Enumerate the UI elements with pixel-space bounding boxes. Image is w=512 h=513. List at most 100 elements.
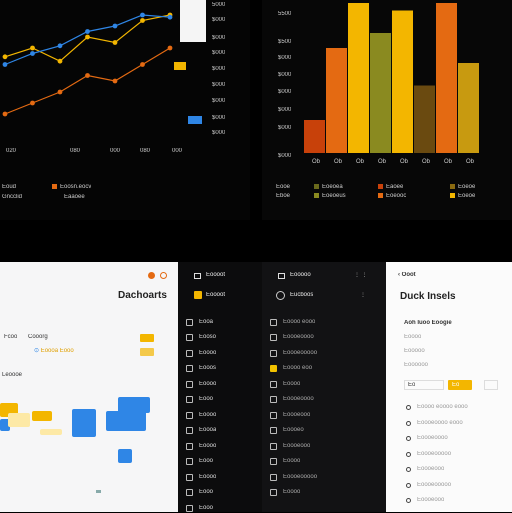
series-line xyxy=(4,47,171,115)
bar[interactable] xyxy=(414,85,435,154)
sidebar-item[interactable]: Eooso xyxy=(186,333,216,343)
timeline-block[interactable] xyxy=(8,413,30,427)
sidebar-item-label: Eoooeooooo xyxy=(283,473,318,480)
data-point[interactable] xyxy=(30,100,35,106)
legend-item: Eoeoea xyxy=(314,184,343,191)
sidebar-item-label: Eoooo xyxy=(199,411,217,418)
radio-icon[interactable] xyxy=(406,498,411,503)
menu-icon[interactable] xyxy=(194,273,201,279)
sidebar-item-label: Eooo xyxy=(199,396,214,402)
data-point[interactable] xyxy=(85,34,90,40)
notification-icon[interactable] xyxy=(148,272,155,279)
sidebar-item[interactable]: Eoooo xyxy=(270,488,300,498)
sidebar-item[interactable]: Eoooeo xyxy=(270,426,304,436)
radio-icon[interactable] xyxy=(406,405,411,410)
list-item[interactable]: Eoooeoooo xyxy=(406,434,448,443)
timeline-block[interactable] xyxy=(40,429,62,435)
sidebar-item[interactable]: Eooo xyxy=(186,457,213,467)
timeline-block[interactable] xyxy=(72,409,96,437)
data-point[interactable] xyxy=(167,45,173,51)
data-point[interactable] xyxy=(140,18,145,23)
sidebar-item[interactable]: Eoooo xyxy=(270,379,300,389)
bar[interactable] xyxy=(348,3,369,153)
sidebar-item[interactable]: Eoooo xyxy=(270,457,300,467)
sidebar-item[interactable]: Eoooo xyxy=(186,410,216,420)
data-point[interactable] xyxy=(112,40,118,45)
line-chart-panel: 5000 $000 $000 $000 $000 $000 $000 $000 … xyxy=(0,0,250,220)
sidebar-item[interactable]: Eoooo xyxy=(186,348,216,358)
data-point[interactable] xyxy=(57,89,63,95)
radio-icon[interactable] xyxy=(406,482,411,488)
radio-icon[interactable] xyxy=(406,467,411,472)
info-line: Eoooooo xyxy=(404,362,429,368)
sidebar-item[interactable]: Eoooeooo xyxy=(270,410,310,420)
bar[interactable] xyxy=(392,10,413,154)
sidebar-item[interactable]: Eoooa xyxy=(186,426,216,436)
menu-icon[interactable] xyxy=(278,273,285,279)
data-point[interactable] xyxy=(140,62,145,67)
list-item[interactable]: Eoooeoooo eooo xyxy=(406,419,463,428)
legend-swatch xyxy=(378,184,383,189)
list-item[interactable]: Eoooeooo xyxy=(406,496,444,505)
list-item[interactable]: Eoooeooooo xyxy=(406,481,451,490)
item-icon xyxy=(270,380,277,388)
sidebar-item[interactable]: Eooos xyxy=(186,364,216,374)
data-point[interactable] xyxy=(85,73,90,78)
bar[interactable] xyxy=(370,33,391,153)
data-point[interactable] xyxy=(57,43,63,49)
sidebar-item[interactable]: Eoooeooo xyxy=(270,441,310,451)
data-point[interactable] xyxy=(2,111,8,117)
sidebar-item[interactable]: Eoooeoooo xyxy=(270,395,314,405)
data-point[interactable] xyxy=(112,78,118,84)
data-point[interactable] xyxy=(30,45,35,51)
data-point[interactable] xyxy=(85,29,90,34)
sidebar-item[interactable]: Eoooeooooo xyxy=(270,348,317,358)
scroll-indicator[interactable] xyxy=(96,490,101,493)
timeline-block[interactable] xyxy=(118,449,132,463)
sidebar-item-label: Eooo xyxy=(199,458,214,464)
toggle-button[interactable] xyxy=(140,334,154,342)
list-item[interactable]: Eoooeooooo xyxy=(406,450,451,459)
data-point[interactable] xyxy=(57,58,63,64)
data-point[interactable] xyxy=(30,51,35,56)
bar[interactable] xyxy=(458,63,479,153)
timeline-block[interactable] xyxy=(32,411,52,421)
data-point[interactable] xyxy=(112,23,118,29)
data-point[interactable] xyxy=(2,62,8,67)
radio-icon[interactable] xyxy=(406,420,411,426)
radio-icon[interactable] xyxy=(406,451,411,457)
data-point[interactable] xyxy=(167,14,173,20)
toolbar-icons[interactable]: ⋮ ⋮ xyxy=(354,272,368,279)
timeline-block[interactable] xyxy=(118,397,150,413)
sidebar-item[interactable]: Eooa xyxy=(186,317,213,327)
bar[interactable] xyxy=(326,48,347,153)
sidebar-item[interactable]: Eoooo eooo xyxy=(270,317,315,327)
filter-tag[interactable]: ⊙ Eoooa Eooo xyxy=(34,348,74,355)
sidebar-item[interactable]: Eoooo xyxy=(186,472,216,482)
bar[interactable] xyxy=(436,3,457,153)
sidebar-item[interactable]: Eoooo xyxy=(186,379,216,389)
data-point[interactable] xyxy=(140,12,145,18)
item-icon xyxy=(186,473,193,481)
sidebar-item[interactable]: Eoooeoooo xyxy=(270,333,314,343)
list-item[interactable]: Eoooeooo xyxy=(406,465,444,474)
sidebar-item[interactable]: Eoooeooooo xyxy=(270,472,317,482)
data-point[interactable] xyxy=(2,54,8,60)
secondary-button[interactable] xyxy=(484,380,498,390)
sidebar-item[interactable]: Eoooo xyxy=(186,441,216,451)
sidebar-item[interactable]: Eooo xyxy=(186,395,213,405)
sidebar-item[interactable]: Eooo xyxy=(186,488,213,498)
item-icon xyxy=(270,489,277,496)
more-icon[interactable]: ⋮ xyxy=(360,292,366,299)
legend-tag: Eaaoee xyxy=(64,194,85,200)
timeline-block[interactable] xyxy=(106,411,146,431)
sidebar-item[interactable]: Eoooo eoo xyxy=(270,364,312,374)
legend-swatch xyxy=(314,193,319,198)
bar[interactable] xyxy=(304,120,325,153)
list-item[interactable]: Eoooo eoooo eooo xyxy=(406,403,468,412)
settings-icon[interactable] xyxy=(160,272,167,279)
radio-icon[interactable] xyxy=(406,436,411,441)
sidebar-item-label: Eoooeooo xyxy=(283,442,311,449)
bar-chart-panel: Ob Ob Ob Ob Ob Ob Ob Ob 5500 $500 $000 $000 $00… xyxy=(262,0,512,220)
toggle-button[interactable] xyxy=(140,348,154,356)
